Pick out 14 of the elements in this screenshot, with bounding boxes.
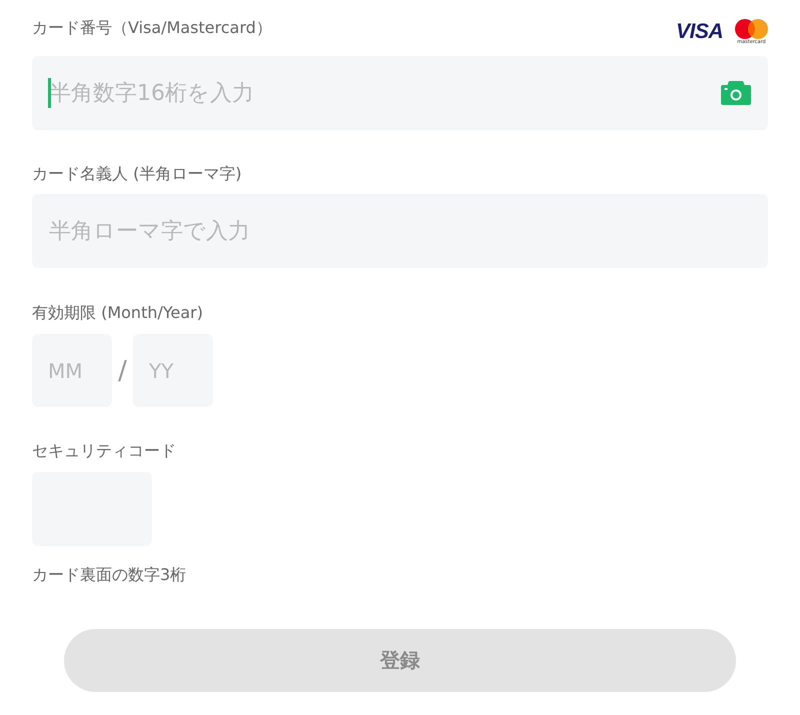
visa-logo: VISA [676,21,723,43]
text-caret [48,78,51,108]
field-label: 有効期限 (Month/Year) [32,302,203,324]
input-field[interactable]: MM [32,334,112,407]
date-separator: / [117,356,128,386]
input-field[interactable]: YY [133,334,213,407]
field-label: セキュリティコード [32,440,176,462]
input-field[interactable]: 半角数字16桁を入力 [32,56,768,130]
field-label: カード名義人 (半角ローマ字) [32,163,242,185]
camera-icon[interactable] [721,81,751,105]
input-field[interactable]: 半角ローマ字で入力 [32,194,768,268]
overlapping-circles-icon [735,19,768,39]
field-label: カード番号（Visa/Mastercard） [32,17,272,39]
field-hint: カード裏面の数字3桁 [32,564,186,586]
